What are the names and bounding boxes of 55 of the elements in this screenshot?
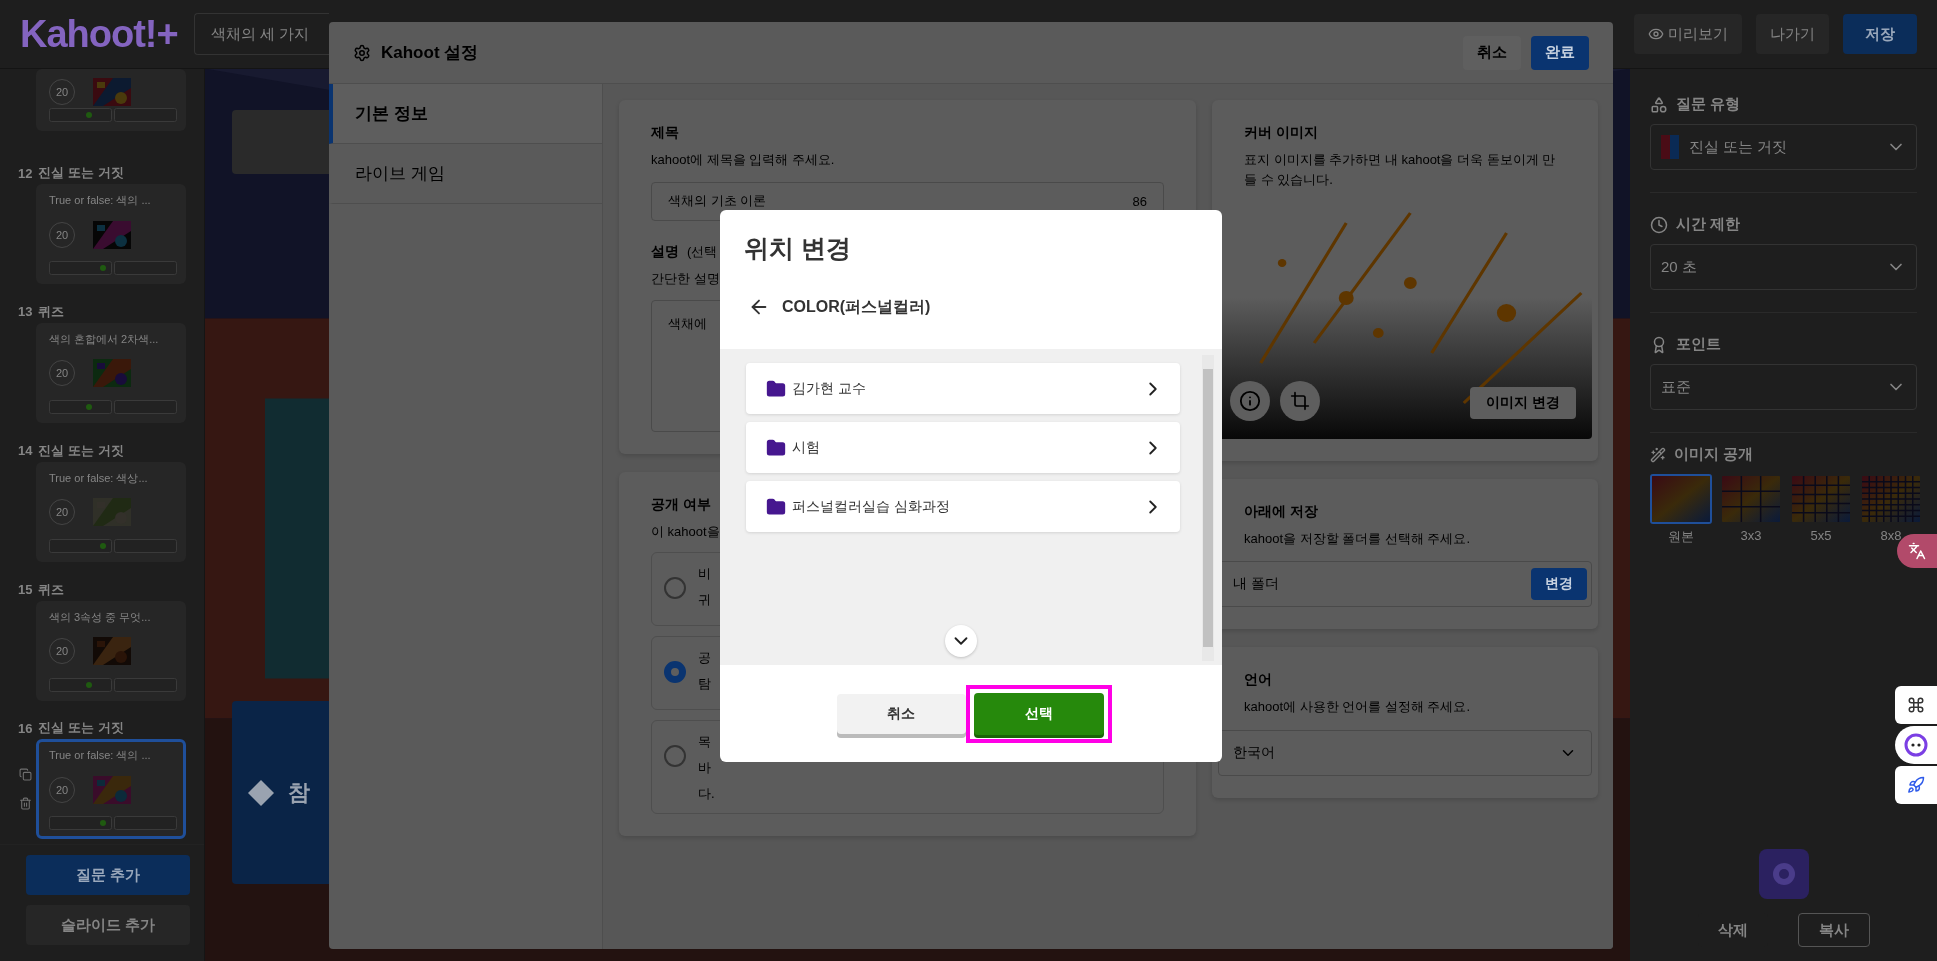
slide-number: 14	[18, 443, 33, 459]
slide-card[interactable]: True or false: 색의 ... 20	[36, 739, 186, 840]
shapes-icon	[1650, 95, 1668, 114]
slide-question: 색의 3속성 중 무엇...	[49, 609, 152, 625]
command-icon	[1907, 696, 1925, 714]
duplicate-icon[interactable]	[18, 768, 32, 782]
field-label: 포인트	[1676, 335, 1721, 354]
slide-type: 진실 또는 거짓	[38, 441, 124, 460]
rocket-button[interactable]	[1895, 766, 1937, 804]
field-label: 이미지 공개	[1674, 445, 1754, 464]
copy-button[interactable]: 복사	[1797, 913, 1870, 947]
slide-question: 색의 혼합에서 2차색...	[49, 331, 160, 347]
bot-button[interactable]	[1895, 726, 1937, 764]
dropdown[interactable]: 진실 또는 거짓	[1650, 124, 1917, 170]
settings-icon	[353, 43, 371, 62]
rocket-icon	[1907, 776, 1925, 794]
eye-icon	[1648, 26, 1664, 42]
clock-icon	[1650, 215, 1668, 234]
wand-icon	[1650, 446, 1666, 463]
slide-question: True or false: 색의 ...	[49, 748, 152, 764]
dropdown[interactable]: 표준	[1650, 364, 1917, 410]
slide-type: 퀴즈	[38, 580, 65, 599]
slide-question: True or false: 색의 ...	[49, 193, 152, 209]
modal-title: Kahoot 설정	[381, 42, 479, 64]
add-question-button[interactable]: 질문 추가	[26, 855, 190, 895]
slide-question: True or false: 색상...	[49, 470, 149, 486]
slide-type: 진실 또는 거짓	[38, 719, 124, 738]
slide-card[interactable]: True or false: 색의 ... 20	[36, 184, 186, 285]
done-button[interactable]: 완료	[1531, 35, 1589, 70]
cancel-button[interactable]: 취소	[1463, 35, 1521, 70]
field-label: 시간 제한	[1676, 215, 1741, 234]
slide-type: 퀴즈	[38, 302, 65, 321]
dropdown[interactable]: 20 초	[1650, 244, 1917, 290]
slide-number: 12	[18, 165, 33, 181]
slide-card[interactable]: 20	[36, 69, 186, 131]
slide-number: 16	[18, 720, 33, 736]
true-false-icon	[1661, 135, 1679, 159]
slide-number: 13	[18, 304, 33, 320]
delete-icon[interactable]	[18, 797, 32, 811]
field-label: 질문 유형	[1676, 95, 1741, 114]
title-field[interactable]: 색채의 세 가지	[193, 13, 329, 55]
slide-card[interactable]: 색의 혼합에서 2차색... 20	[36, 322, 186, 423]
command-button[interactable]	[1895, 686, 1937, 724]
slide-type: 진실 또는 거짓	[38, 164, 124, 183]
slide-card[interactable]: 색의 3속성 중 무엇... 20	[36, 600, 186, 701]
preview-button[interactable]: 미리보기	[1634, 14, 1742, 54]
translate-icon	[1908, 542, 1926, 560]
exit-button[interactable]: 나가기	[1756, 14, 1829, 54]
add-slide-button[interactable]: 슬라이드 추가	[26, 905, 190, 945]
sparkle-icon[interactable]	[1758, 849, 1809, 899]
save-button[interactable]: 저장	[1843, 14, 1917, 54]
slide-card[interactable]: True or false: 색상... 20	[36, 461, 186, 562]
slide-number: 15	[18, 582, 33, 597]
logo: Kahoot!+	[20, 12, 178, 56]
bot-icon	[1904, 733, 1928, 757]
